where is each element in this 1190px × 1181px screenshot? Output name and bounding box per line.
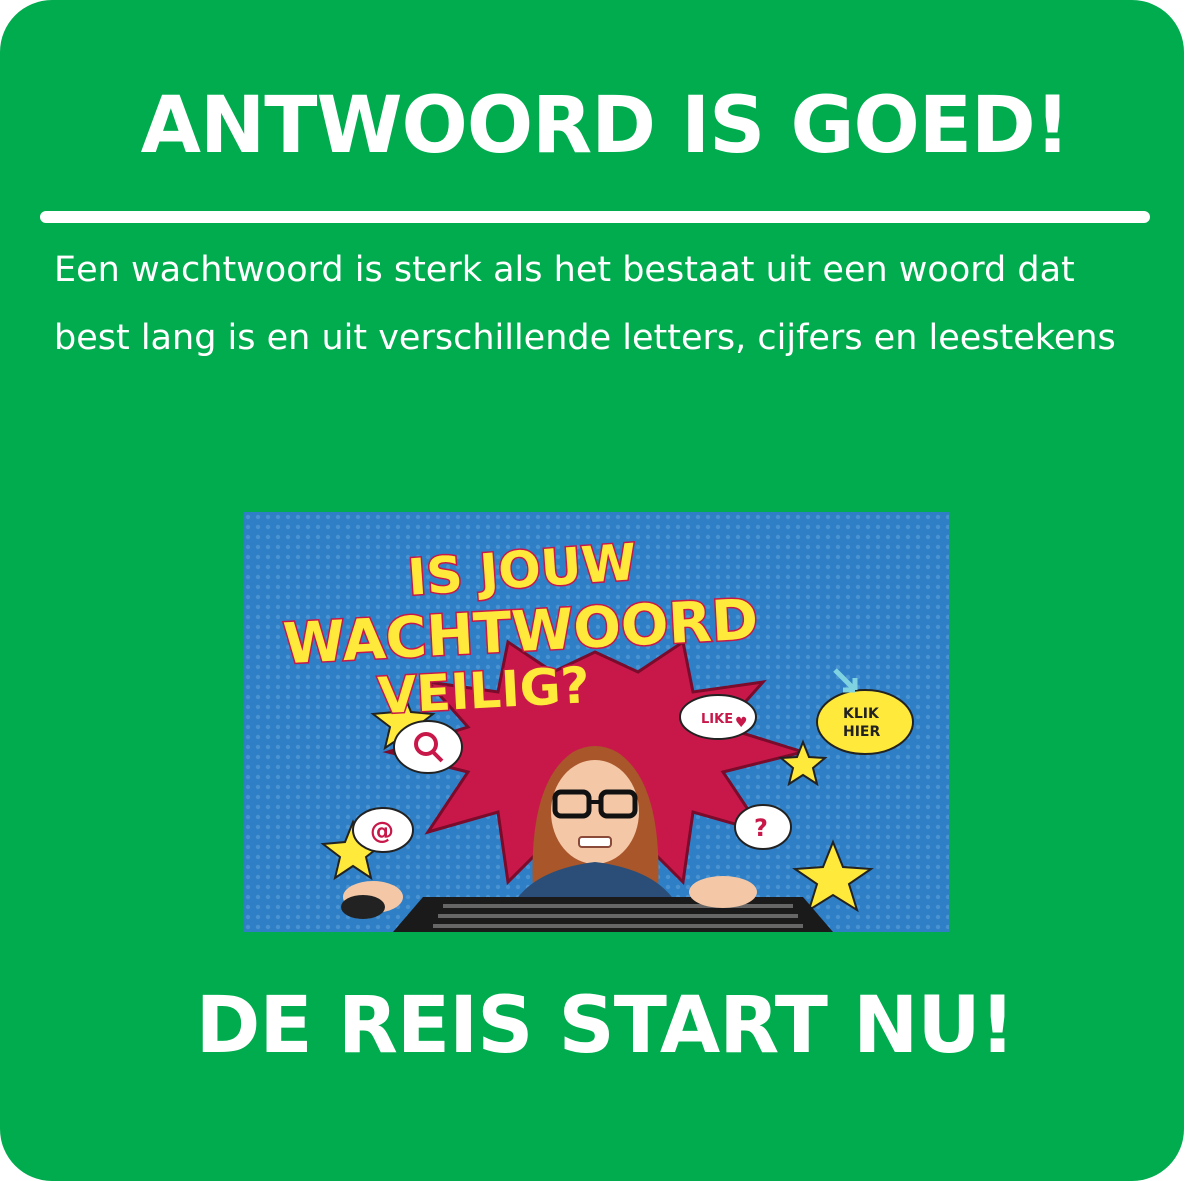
heart-icon: ♥ bbox=[735, 715, 748, 731]
klik-hier-badge bbox=[816, 689, 914, 755]
girl-face bbox=[551, 760, 639, 864]
title-divider bbox=[40, 211, 1150, 223]
hier-label: HIER bbox=[843, 724, 880, 740]
at-icon: @ bbox=[370, 817, 394, 845]
right-hand bbox=[689, 876, 757, 908]
password-safety-poster[interactable]: LIKE ♥ @ ? KLIK HIER IS JOUW WACHTWOORD … bbox=[243, 512, 949, 932]
poster-headline-line3: VEILIG? bbox=[376, 656, 591, 725]
search-bubble bbox=[393, 720, 463, 774]
result-title: ANTWOORD IS GOED! bbox=[140, 81, 1071, 171]
answer-card: ANTWOORD IS GOED! Een wachtwoord is ster… bbox=[0, 0, 1184, 1181]
explanation-text: Een wachtwoord is sterk als het bestaat … bbox=[54, 250, 1116, 358]
mouse-icon bbox=[341, 895, 385, 919]
start-journey-heading: DE REIS START NU! bbox=[195, 981, 1016, 1071]
question-icon: ? bbox=[754, 814, 768, 842]
klik-label: KLIK bbox=[843, 706, 880, 722]
like-label: LIKE bbox=[701, 712, 733, 727]
